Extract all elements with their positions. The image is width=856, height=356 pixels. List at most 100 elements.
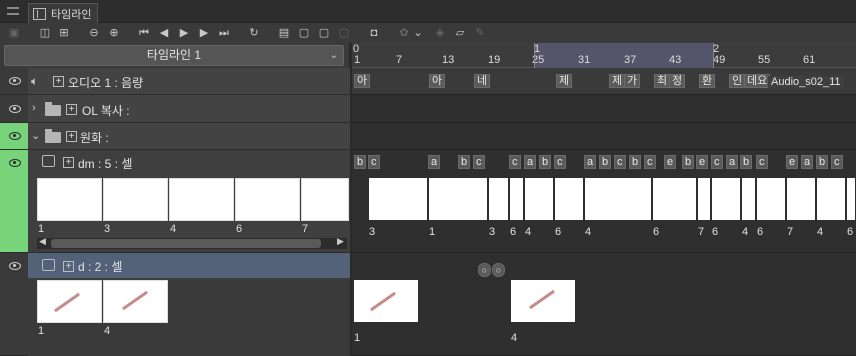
prev-frame-icon[interactable]: ◀	[156, 25, 172, 41]
cell-thumbnail[interactable]	[429, 178, 487, 220]
lip-sync-mark[interactable]: 환	[699, 74, 716, 88]
timeline-select[interactable]: 타임라인 1 ⌄	[4, 45, 344, 66]
expand-plus-icon[interactable]: +	[66, 104, 77, 115]
genga-track[interactable]	[352, 123, 856, 150]
cell-mark[interactable]: b	[599, 155, 612, 169]
cell-thumbnail[interactable]	[37, 280, 102, 323]
cell-mark[interactable]: a	[584, 155, 597, 169]
edit-icon[interactable]: ✎	[472, 25, 488, 41]
cell-thumbnail[interactable]	[742, 178, 755, 220]
thumbnail-scrollbar[interactable]: ◀ ▶	[37, 236, 347, 249]
new-cell-icon[interactable]: ▢	[296, 25, 312, 41]
cell-mark[interactable]: c	[473, 155, 485, 169]
light-table-icon[interactable]: ◈	[432, 25, 448, 41]
cell-mark[interactable]: c	[756, 155, 768, 169]
onion-circle-icon[interactable]: ○	[492, 263, 505, 277]
lip-sync-mark[interactable]: 아	[354, 74, 371, 88]
cell-mark[interactable]: c	[831, 155, 843, 169]
cell-mark[interactable]: b	[458, 155, 471, 169]
cell-mark[interactable]: c	[644, 155, 656, 169]
layer-row-d[interactable]: + d : 2 : 셀 1 4	[0, 253, 350, 356]
panel-menu-icon[interactable]	[7, 7, 19, 15]
scroll-left-icon[interactable]: ◀	[39, 236, 46, 247]
cell-mark[interactable]: a	[726, 155, 739, 169]
layer-row-ol[interactable]: › + OL 복사 :	[0, 95, 350, 123]
cell-thumbnail[interactable]	[511, 280, 575, 322]
onion-circle-icon[interactable]: ○	[478, 263, 491, 277]
last-frame-icon[interactable]: ⏭	[216, 25, 232, 41]
cell-thumbnail[interactable]	[817, 178, 845, 220]
cell-thumbnail[interactable]	[369, 178, 427, 220]
cell-mark[interactable]: c	[711, 155, 723, 169]
cell-mark[interactable]: e	[786, 155, 799, 169]
cell-thumbnail[interactable]	[698, 178, 710, 220]
expand-plus-icon[interactable]: +	[53, 76, 64, 87]
cell-thumbnail[interactable]	[103, 178, 168, 221]
cell-thumbnail[interactable]	[585, 178, 651, 220]
next-frame-icon[interactable]: ▶	[196, 25, 212, 41]
camera-icon[interactable]: ◘	[366, 25, 382, 41]
lip-sync-mark[interactable]: 제	[556, 74, 573, 88]
scroll-right-icon[interactable]: ▶	[337, 236, 344, 247]
zoom-in-icon[interactable]: ⊕	[106, 25, 122, 41]
loop-icon[interactable]: ↻	[246, 25, 262, 41]
cell-mark[interactable]: c	[554, 155, 566, 169]
timeline-icon[interactable]: ▣	[6, 25, 22, 41]
first-frame-icon[interactable]: ⏮	[136, 25, 152, 41]
frame-icon[interactable]: ◫	[37, 25, 53, 41]
cell-mark[interactable]: b	[740, 155, 753, 169]
cell-mark[interactable]: b	[816, 155, 829, 169]
cell-thumbnail[interactable]	[653, 178, 696, 220]
cell-thumbnail[interactable]	[354, 280, 418, 322]
cell-mark[interactable]: e	[696, 155, 709, 169]
delete-cell-icon[interactable]: ▢	[336, 25, 352, 41]
cell-thumbnail[interactable]	[510, 178, 523, 220]
tab-timeline[interactable]: 타임라인	[28, 3, 99, 23]
cell-mark[interactable]: c	[614, 155, 626, 169]
cell-mark[interactable]: b	[682, 155, 695, 169]
expand-plus-icon[interactable]: +	[66, 131, 77, 142]
cell-mark[interactable]: a	[801, 155, 814, 169]
cell-thumbnail[interactable]	[712, 178, 740, 220]
onion-skin-icon[interactable]: ✿	[396, 25, 412, 41]
scrollbar-thumb[interactable]	[51, 239, 321, 248]
layer-row-audio[interactable]: 🔈︎ + 오디오 1 : 음량	[0, 68, 350, 95]
lip-sync-mark[interactable]: 최	[654, 74, 671, 88]
visibility-toggle[interactable]	[0, 123, 28, 149]
cell-thumbnail[interactable]	[757, 178, 785, 220]
cell-thumbnail[interactable]	[235, 178, 300, 221]
chevron-right-icon[interactable]: ›	[32, 102, 36, 114]
play-icon[interactable]: ▶	[176, 25, 192, 41]
specify-cell-icon[interactable]: ▢	[316, 25, 332, 41]
lip-sync-mark[interactable]: 아	[429, 74, 446, 88]
cell-thumbnail[interactable]	[169, 178, 234, 221]
cell-mark[interactable]: c	[368, 155, 380, 169]
lip-sync-mark[interactable]: 제	[609, 74, 626, 88]
cell-mark[interactable]: b	[539, 155, 552, 169]
audio-track[interactable]: 아 아 네 제 제 가 최 정 환 인 데요 Audio_s02_11	[352, 68, 856, 95]
ol-track[interactable]	[352, 95, 856, 123]
layer-row-genga[interactable]: ⌄ + 원화 :	[0, 123, 350, 150]
lip-sync-mark[interactable]: 네	[474, 74, 491, 88]
register-light-table-icon[interactable]: ▱	[452, 25, 468, 41]
visibility-toggle[interactable]	[0, 253, 28, 355]
cell-thumbnail[interactable]	[847, 178, 855, 220]
cell-mark[interactable]: c	[509, 155, 521, 169]
visibility-toggle[interactable]	[0, 95, 28, 122]
cell-mark[interactable]: a	[524, 155, 537, 169]
cell-mark[interactable]: e	[664, 155, 677, 169]
fit-frame-icon[interactable]: ⊞	[56, 25, 72, 41]
cell-thumbnail[interactable]	[555, 178, 583, 220]
visibility-toggle[interactable]	[0, 150, 28, 252]
cell-thumbnail[interactable]	[103, 280, 168, 323]
new-animation-folder-icon[interactable]: ▤	[276, 25, 292, 41]
cell-thumbnail[interactable]	[37, 178, 102, 221]
timeline-tracks[interactable]: 아 아 네 제 제 가 최 정 환 인 데요 Audio_s02_11 bcab…	[352, 68, 856, 356]
expand-plus-icon[interactable]: +	[63, 261, 74, 272]
lip-sync-mark[interactable]: 인	[729, 74, 746, 88]
lip-sync-mark[interactable]: 정	[669, 74, 686, 88]
cell-mark[interactable]: b	[629, 155, 642, 169]
visibility-toggle[interactable]	[0, 68, 28, 94]
expand-plus-icon[interactable]: +	[63, 157, 74, 168]
chevron-down-icon[interactable]: ⌄	[413, 25, 423, 41]
